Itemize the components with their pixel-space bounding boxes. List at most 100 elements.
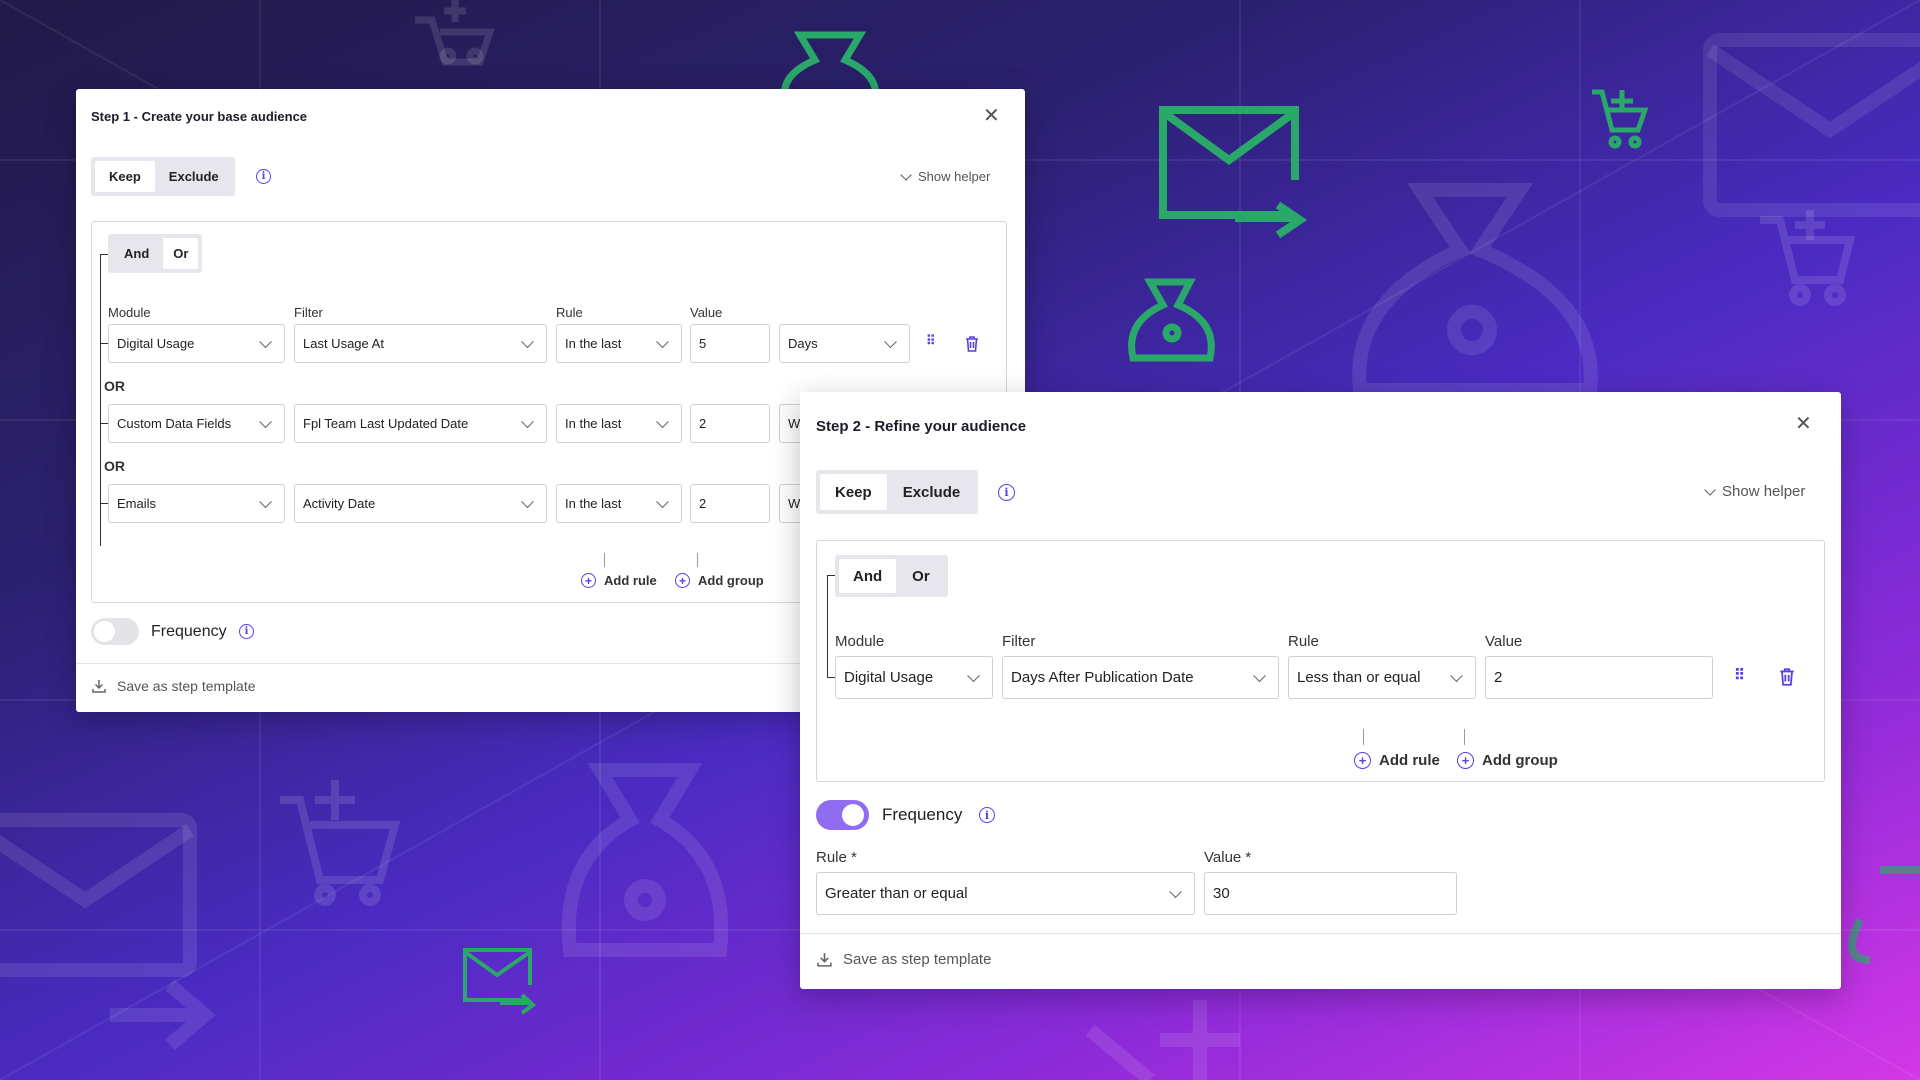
module-value: Emails bbox=[117, 496, 157, 511]
value-input[interactable]: 2 bbox=[690, 404, 770, 443]
rule-select[interactable]: In the last bbox=[556, 404, 682, 443]
bracket-tick bbox=[100, 423, 108, 424]
group-bracket bbox=[827, 575, 828, 677]
filter-select[interactable]: Days After Publication Date bbox=[1002, 656, 1279, 699]
info-icon[interactable]: i bbox=[998, 484, 1015, 501]
info-icon[interactable]: i bbox=[256, 169, 271, 184]
bracket-tick bbox=[100, 343, 108, 344]
chevron-down-icon bbox=[967, 668, 980, 682]
filter-select[interactable]: Activity Date bbox=[294, 484, 547, 523]
info-icon[interactable]: i bbox=[239, 624, 254, 639]
and-or-toggle: And Or bbox=[108, 234, 203, 273]
frequency-toggle[interactable] bbox=[91, 618, 139, 645]
and-option[interactable]: And bbox=[112, 238, 161, 269]
save-template-label: Save as step template bbox=[843, 951, 992, 968]
add-rule-button[interactable]: + Add rule bbox=[581, 573, 657, 588]
save-template-button[interactable]: Save as step template bbox=[91, 678, 256, 694]
filter-value: Activity Date bbox=[303, 496, 376, 511]
show-helper-toggle[interactable]: Show helper bbox=[900, 168, 990, 184]
bracket-tick bbox=[827, 575, 835, 576]
toggle-knob bbox=[842, 804, 864, 826]
rule-value: In the last bbox=[565, 496, 622, 511]
money-bag-icon bbox=[1352, 183, 1598, 397]
trash-icon[interactable] bbox=[964, 335, 980, 353]
chevron-down-icon bbox=[656, 494, 669, 508]
add-rule-button[interactable]: + Add rule bbox=[1354, 752, 1440, 769]
add-group-label: Add group bbox=[1482, 752, 1558, 769]
email-forward-icon bbox=[0, 813, 216, 1051]
bracket-tick bbox=[100, 503, 108, 504]
save-template-label: Save as step template bbox=[117, 678, 256, 694]
save-template-button[interactable]: Save as step template bbox=[816, 951, 991, 968]
chevron-down-icon bbox=[900, 168, 912, 181]
or-connector: OR bbox=[104, 378, 125, 394]
add-rule-label: Add rule bbox=[604, 573, 657, 588]
money-bag-icon bbox=[1848, 866, 1920, 964]
frequency-label: Frequency bbox=[882, 805, 963, 824]
add-group-label: Add group bbox=[698, 573, 764, 588]
close-icon[interactable]: ✕ bbox=[1795, 414, 1812, 434]
email-forward-icon bbox=[1703, 33, 1920, 217]
and-or-toggle: And Or bbox=[835, 555, 948, 597]
bracket-tick bbox=[100, 254, 108, 255]
module-select[interactable]: Digital Usage bbox=[108, 324, 285, 363]
add-group-button[interactable]: + Add group bbox=[675, 573, 764, 588]
module-select[interactable]: Emails bbox=[108, 484, 285, 523]
drag-handle-icon[interactable]: ⠿ bbox=[1734, 666, 1746, 684]
filter-label: Filter bbox=[1002, 633, 1036, 650]
cart-icon bbox=[1760, 210, 1856, 306]
email-forward-icon bbox=[463, 948, 537, 1015]
panel-title: Step 2 - Refine your audience bbox=[816, 418, 1027, 435]
exclude-option[interactable]: Exclude bbox=[157, 161, 231, 192]
email-forward-icon bbox=[1159, 106, 1308, 239]
frequency-toggle[interactable] bbox=[816, 800, 869, 830]
money-bag-icon bbox=[561, 763, 729, 957]
value-input[interactable]: 2 bbox=[1485, 656, 1713, 699]
rule-select[interactable]: Less than or equal bbox=[1288, 656, 1476, 699]
plus-circle-icon: + bbox=[675, 573, 690, 588]
rule-value: In the last bbox=[565, 416, 622, 431]
value-input[interactable]: 2 bbox=[690, 484, 770, 523]
filter-select[interactable]: Last Usage At bbox=[294, 324, 547, 363]
freq-value-input[interactable]: 30 bbox=[1204, 872, 1457, 915]
keep-exclude-toggle: Keep Exclude bbox=[816, 470, 979, 514]
info-icon[interactable]: i bbox=[979, 807, 995, 823]
add-rule-label: Add rule bbox=[1379, 752, 1440, 769]
plus-circle-icon: + bbox=[1457, 752, 1474, 769]
or-option[interactable]: Or bbox=[898, 559, 944, 593]
chevron-down-icon bbox=[1169, 884, 1182, 898]
filter-select[interactable]: Fpl Team Last Updated Date bbox=[294, 404, 547, 443]
rule-select[interactable]: In the last bbox=[556, 484, 682, 523]
or-option[interactable]: Or bbox=[163, 238, 199, 269]
money-bag-icon bbox=[1128, 278, 1215, 362]
rule-select[interactable]: In the last bbox=[556, 324, 682, 363]
toggle-knob bbox=[94, 621, 115, 642]
chevron-down-icon bbox=[521, 494, 534, 508]
keep-option[interactable]: Keep bbox=[95, 161, 155, 192]
keep-option[interactable]: Keep bbox=[820, 474, 887, 510]
download-icon bbox=[817, 953, 832, 967]
exclude-option[interactable]: Exclude bbox=[889, 474, 975, 510]
step2-panel: Step 2 - Refine your audience ✕ Keep Exc… bbox=[800, 392, 1841, 989]
drag-handle-icon[interactable]: ⠿ bbox=[926, 333, 937, 349]
plus-circle-icon: + bbox=[1354, 752, 1371, 769]
and-option[interactable]: And bbox=[839, 559, 897, 593]
value-input[interactable]: 5 bbox=[690, 324, 770, 363]
freq-rule-select[interactable]: Greater than or equal bbox=[816, 872, 1195, 915]
keep-exclude-toggle: Keep Exclude bbox=[91, 157, 235, 196]
rule-value: Less than or equal bbox=[1297, 669, 1421, 686]
rule-value: In the last bbox=[565, 336, 622, 351]
connector-line bbox=[697, 553, 698, 567]
add-group-button[interactable]: + Add group bbox=[1457, 752, 1558, 769]
freq-rule-value: Greater than or equal bbox=[825, 885, 968, 902]
show-helper-toggle[interactable]: Show helper bbox=[1704, 483, 1805, 500]
unit-select[interactable]: Days bbox=[779, 324, 910, 363]
trash-icon[interactable] bbox=[1778, 667, 1796, 687]
module-select[interactable]: Custom Data Fields bbox=[108, 404, 285, 443]
module-select[interactable]: Digital Usage bbox=[835, 656, 993, 699]
or-connector: OR bbox=[104, 458, 125, 474]
freq-rule-label: Rule * bbox=[816, 849, 857, 866]
close-icon[interactable]: ✕ bbox=[983, 106, 1000, 126]
rules-box: And Or Module Filter Rule Value Digital … bbox=[816, 540, 1825, 782]
filter-value: Days After Publication Date bbox=[1011, 669, 1194, 686]
